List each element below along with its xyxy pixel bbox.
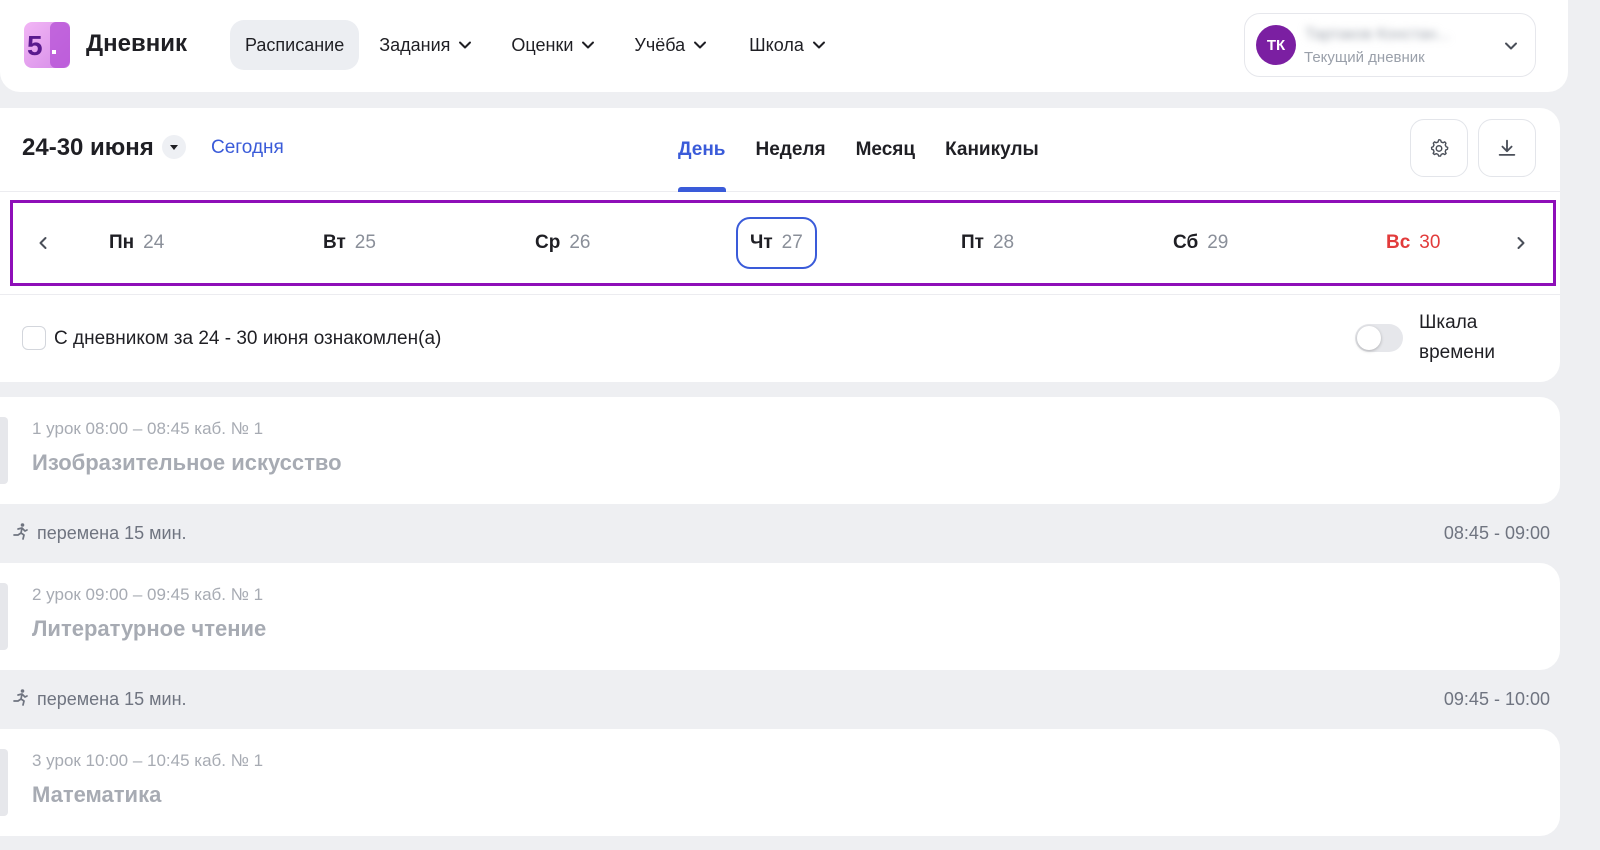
- user-subtitle: Текущий дневник: [1304, 49, 1425, 66]
- chevron-down-icon: [694, 41, 707, 49]
- nav-schedule[interactable]: Расписание: [230, 20, 360, 70]
- day-name: Пн: [109, 232, 135, 253]
- tab-week[interactable]: Неделя: [756, 108, 826, 192]
- acknowledge-checkbox[interactable]: [22, 326, 46, 350]
- nav-grades[interactable]: Оценки: [496, 20, 610, 70]
- chevron-down-icon: [812, 41, 825, 49]
- nav-schedule-label: Расписание: [245, 34, 345, 55]
- lesson-meta: 1 урок 08:00 – 08:45 каб. № 1: [32, 419, 264, 438]
- nav-assignments-label: Задания: [379, 34, 451, 55]
- day-name: Чт: [750, 232, 773, 253]
- lesson-card[interactable]: 1 урок 08:00 – 08:45 каб. № 1 Изобразите…: [0, 397, 1560, 504]
- chevron-down-icon: [1505, 42, 1517, 50]
- avatar: ТК: [1256, 25, 1296, 65]
- break-label: перемена 15 мин.: [37, 689, 187, 709]
- running-person-icon: [13, 523, 28, 540]
- day-number: 26: [569, 232, 591, 253]
- period-toolbar: 24-30 июня Сегодня День Неделя Месяц Кан…: [0, 108, 1560, 192]
- svg-text:5: 5: [27, 30, 43, 61]
- download-icon: [1498, 139, 1516, 156]
- acknowledge-label: С дневником за 24 - 30 июня ознакомлен(а…: [54, 328, 442, 349]
- nav-grades-label: Оценки: [511, 34, 574, 55]
- nav-assignments[interactable]: Задания: [364, 20, 487, 70]
- day-wed[interactable]: Ср 26: [523, 217, 602, 269]
- tab-month[interactable]: Месяц: [856, 108, 915, 192]
- day-number: 28: [992, 232, 1015, 253]
- today-link[interactable]: Сегодня: [211, 137, 284, 159]
- timeline-label: Шкала времени: [1419, 312, 1495, 363]
- lesson-card[interactable]: 3 урок 10:00 – 10:45 каб. № 1 Математика: [0, 729, 1560, 836]
- day-mon[interactable]: Пн 24: [97, 217, 176, 269]
- lesson-title: Литературное чтение: [32, 616, 267, 641]
- user-switcher[interactable]: ТК Тартаков Констан... Текущий дневник: [1244, 13, 1536, 77]
- download-button[interactable]: [1478, 119, 1536, 177]
- period-dropdown-button[interactable]: [162, 135, 186, 159]
- break-time: 09:45 - 10:00: [1443, 689, 1550, 709]
- caret-down-icon: [170, 145, 178, 150]
- day-sun[interactable]: Вс 30: [1374, 217, 1452, 269]
- week-days-strip: Пн 24 Вт 25 Ср 26 Чт 27 Пт 28 Сб 29 Вс 3…: [10, 200, 1556, 286]
- nav-study[interactable]: Учёба: [619, 20, 722, 70]
- nav-study-label: Учёба: [634, 34, 686, 55]
- lesson-meta: 3 урок 10:00 – 10:45 каб. № 1: [32, 751, 264, 770]
- break-row: перемена 15 мин. 09:45 - 10:00: [0, 670, 1560, 728]
- top-header: 5 Дневник Расписание Задания Оценки Учёб…: [0, 0, 1568, 92]
- main-nav: Расписание Задания Оценки Учёба Школа: [230, 20, 841, 70]
- day-sat[interactable]: Сб 29: [1161, 217, 1240, 269]
- chevron-left-icon: [39, 237, 47, 249]
- settings-button[interactable]: [1410, 119, 1468, 177]
- lesson-title: Математика: [32, 782, 162, 807]
- chevron-down-icon: [459, 41, 472, 49]
- day-tue[interactable]: Вт 25: [311, 217, 388, 269]
- day-name: Пт: [961, 232, 984, 253]
- lesson-title: Изобразительное искусство: [32, 450, 342, 475]
- tab-holidays[interactable]: Каникулы: [945, 108, 1039, 192]
- day-name: Вт: [323, 232, 346, 253]
- break-time: 08:45 - 09:00: [1443, 523, 1550, 543]
- tab-day[interactable]: День: [678, 108, 726, 192]
- break-row: перемена 15 мин. 08:45 - 09:00: [0, 504, 1560, 562]
- day-number: 27: [781, 232, 803, 253]
- timeline-toggle[interactable]: [1355, 324, 1403, 352]
- nav-school[interactable]: Школа: [734, 20, 841, 70]
- chevron-right-icon: [1517, 237, 1525, 249]
- lesson-card[interactable]: 2 урок 09:00 – 09:45 каб. № 1 Литературн…: [0, 563, 1560, 670]
- toggle-knob: [1357, 326, 1381, 350]
- day-thu[interactable]: Чт 27: [736, 217, 817, 269]
- day-number: 25: [354, 232, 376, 253]
- day-number: 24: [143, 232, 165, 253]
- app-logo[interactable]: 5: [22, 20, 72, 70]
- next-week-button[interactable]: [1509, 231, 1533, 255]
- view-tabs: День Неделя Месяц Каникулы: [678, 108, 1069, 192]
- period-title: 24-30 июня: [22, 134, 154, 161]
- nav-school-label: Школа: [749, 34, 804, 55]
- day-name: Вс: [1386, 232, 1411, 253]
- break-label: перемена 15 мин.: [37, 523, 187, 543]
- chevron-down-icon: [582, 41, 595, 49]
- day-number: 29: [1207, 232, 1229, 253]
- brand-title: Дневник: [86, 30, 187, 57]
- day-name: Сб: [1173, 232, 1199, 253]
- acknowledge-row: С дневником за 24 - 30 июня ознакомлен(а…: [0, 294, 1560, 382]
- prev-week-button[interactable]: [31, 231, 55, 255]
- running-person-icon: [13, 689, 28, 706]
- schedule-card: 24-30 июня Сегодня День Неделя Месяц Кан…: [0, 108, 1560, 382]
- user-name: Тартаков Констан...: [1305, 26, 1450, 43]
- lesson-meta: 2 урок 09:00 – 09:45 каб. № 1: [32, 585, 264, 604]
- day-fri[interactable]: Пт 28: [949, 217, 1026, 269]
- day-name: Ср: [535, 232, 561, 253]
- day-number: 30: [1419, 232, 1441, 253]
- gear-icon: [1430, 138, 1449, 157]
